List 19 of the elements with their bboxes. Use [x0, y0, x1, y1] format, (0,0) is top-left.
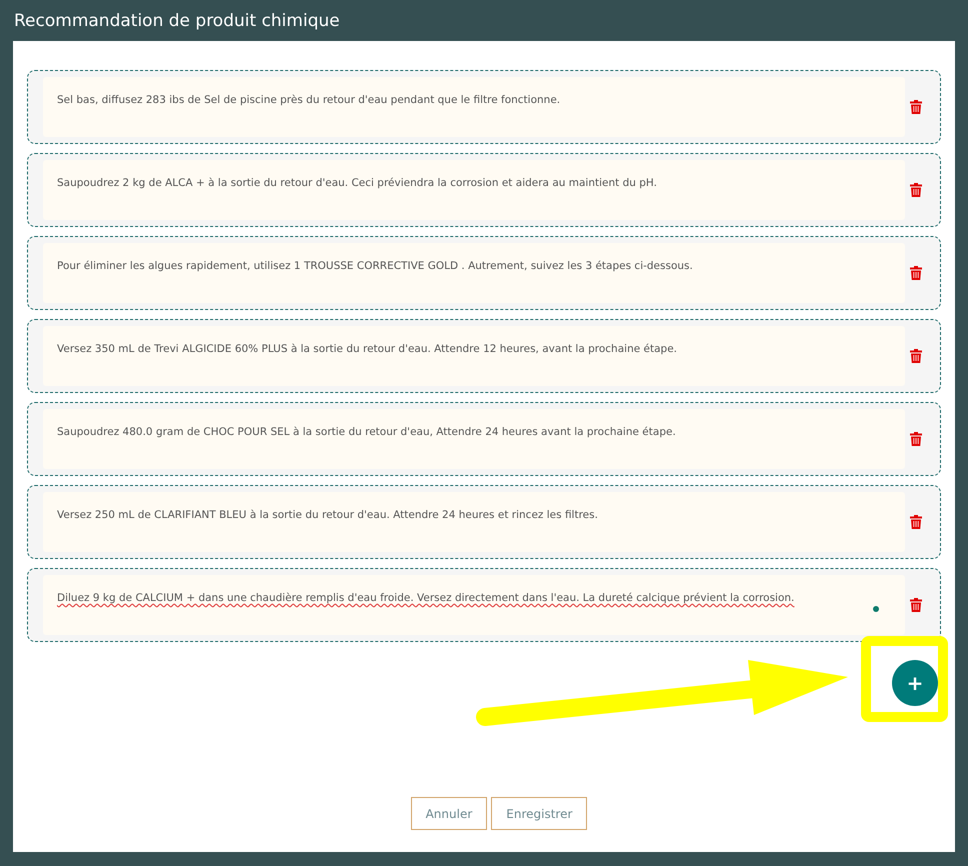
trash-icon[interactable]	[910, 266, 922, 280]
add-button[interactable]: +	[892, 660, 938, 706]
trash-icon[interactable]	[910, 515, 922, 529]
footer-button[interactable]: Enregistrer	[491, 797, 588, 830]
text-area[interactable]: Versez 250 mL de CLARIFIANT BLEU à la sortie du retour d'eau. Attendre 24 heures et rincez les filtres.	[43, 492, 905, 552]
text-area[interactable]: Diluez 9 kg de CALCIUM + dans une chaudière remplis d'eau froide. Versez directement dans l'eau. La dureté calcique prévient la corrosion.	[43, 575, 905, 635]
text-area[interactable]: Pour éliminer les algues rapidement, utilisez 1 TROUSSE CORRECTIVE GOLD . Autrement, suivez les 3 étapes ci-dessous.	[43, 243, 905, 303]
footer-button[interactable]: Annuler	[410, 797, 488, 830]
trash-icon[interactable]	[910, 432, 922, 446]
text-area[interactable]: Sel bas, diffusez 283 ibs de Sel de piscine près du retour d'eau pendant que le filtre fonctionne.	[43, 77, 905, 137]
trash-icon[interactable]	[910, 349, 922, 363]
trash-icon[interactable]	[910, 100, 922, 114]
text-area[interactable]: Saupoudrez 2 kg de ALCA + à la sortie du retour d'eau. Ceci préviendra la corrosion et aidera au maintient du pH.	[43, 160, 905, 220]
trash-icon[interactable]	[910, 598, 922, 612]
window-title: Recommandation de produit chimique	[14, 10, 340, 30]
trash-icon[interactable]	[910, 183, 922, 197]
text-area[interactable]: Versez 350 mL de Trevi ALGICIDE 60% PLUS à la sortie du retour d'eau. Attendre 12 heures, avant la prochaine étape.	[43, 326, 905, 386]
status-dot	[873, 606, 879, 612]
text-area[interactable]: Saupoudrez 480.0 gram de CHOC POUR SEL à la sortie du retour d'eau, Attendre 24 heures avant la prochaine étape.	[43, 409, 905, 469]
